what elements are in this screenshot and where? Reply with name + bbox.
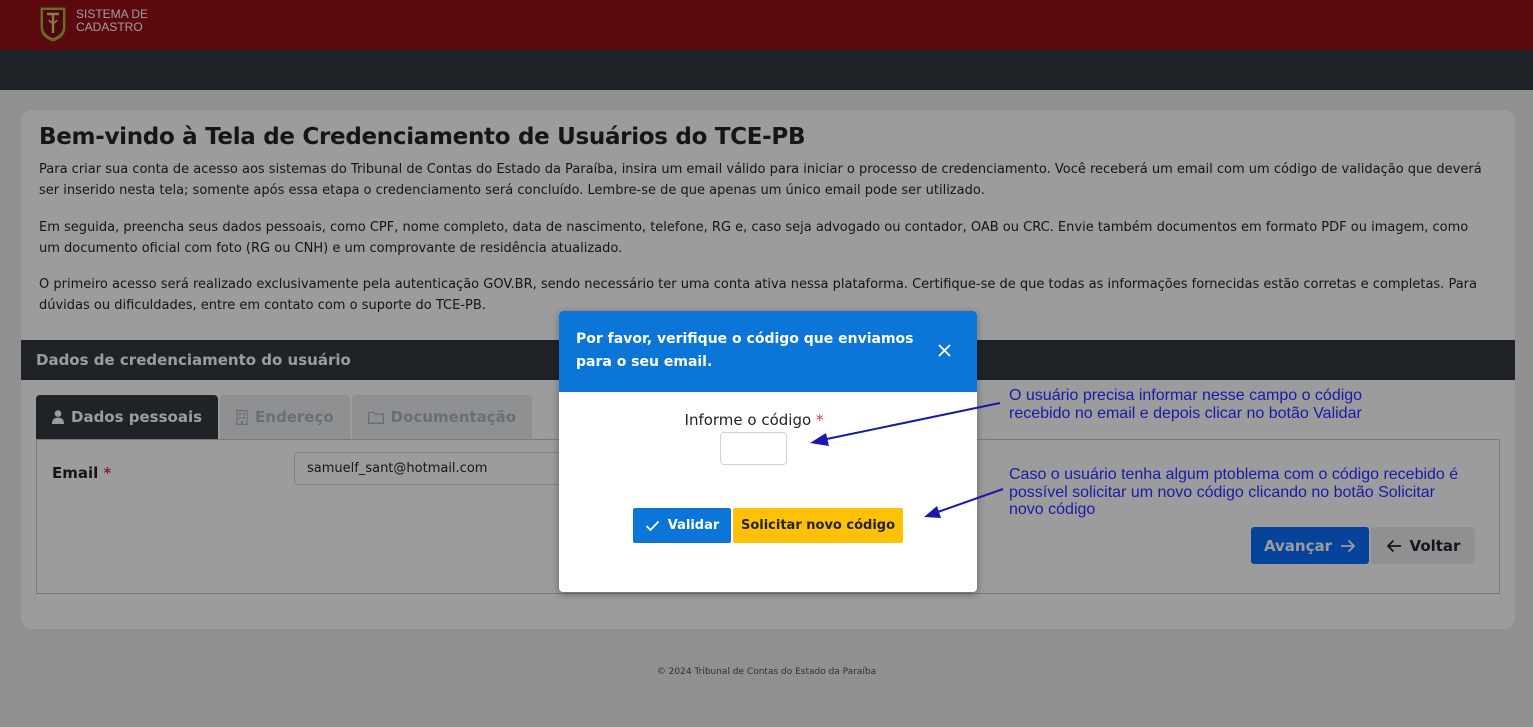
- validar-label: Validar: [667, 518, 720, 533]
- required-mark: *: [815, 411, 824, 429]
- code-label-text: Informe o código: [684, 411, 812, 429]
- annotation-new-code: Caso o usuário tenha algum ptoblema com …: [1009, 466, 1459, 518]
- validar-button[interactable]: Validar: [633, 508, 731, 543]
- request-new-code-button[interactable]: Solicitar novo código: [733, 508, 903, 543]
- modal-title: Por favor, verifique o código que enviam…: [576, 331, 914, 370]
- close-icon[interactable]: [936, 342, 953, 359]
- modal-header: Por favor, verifique o código que enviam…: [559, 311, 977, 392]
- annotation-code-field: O usuário precisa informar nesse campo o…: [1009, 387, 1363, 422]
- code-field[interactable]: [720, 432, 787, 465]
- verification-modal: Por favor, verifique o código que enviam…: [559, 311, 977, 592]
- check-icon: [645, 520, 660, 532]
- code-label: Informe o código *: [559, 411, 949, 429]
